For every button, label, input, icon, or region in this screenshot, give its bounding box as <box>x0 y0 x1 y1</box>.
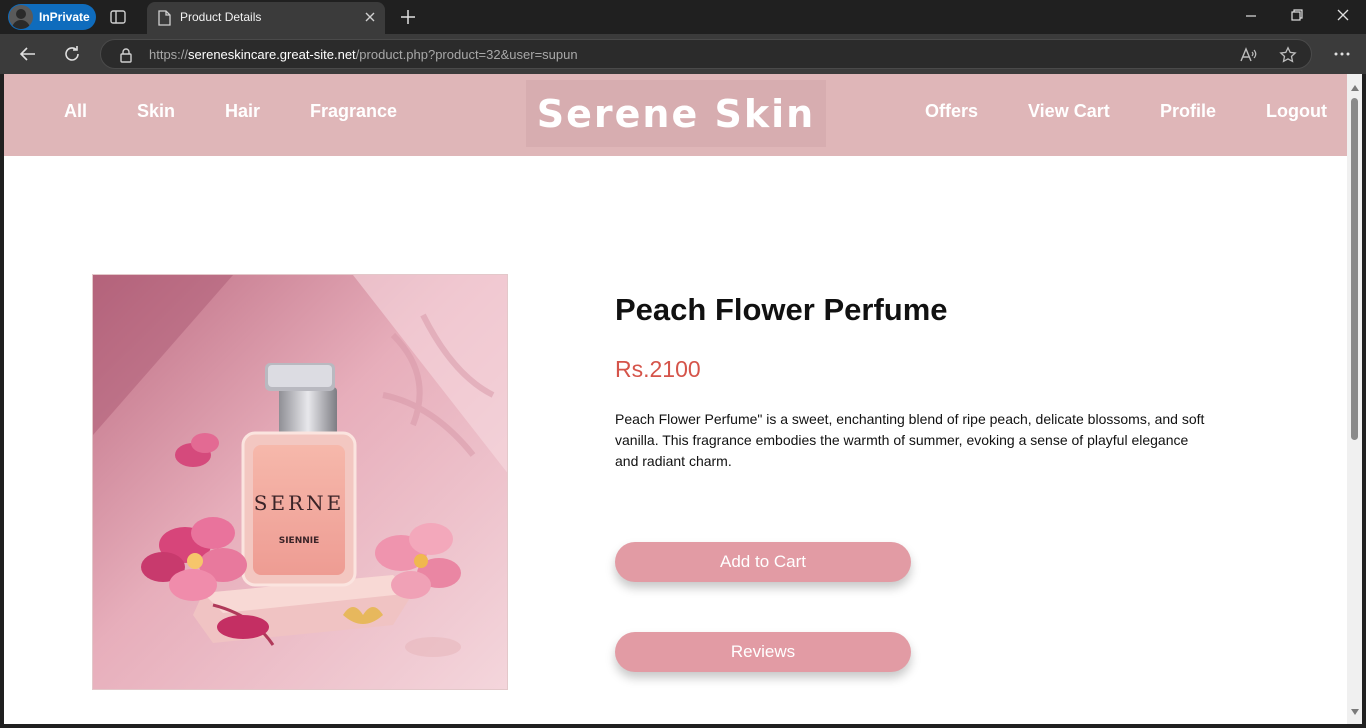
site-logo-text: Serene Skin <box>536 91 816 136</box>
product-image: SERNE SIENNIE <box>92 274 508 690</box>
url-field[interactable]: https://sereneskincare.great-site.net/pr… <box>100 39 1312 69</box>
address-bar-row: https://sereneskincare.great-site.net/pr… <box>0 34 1366 74</box>
url-text: https://sereneskincare.great-site.net/pr… <box>149 47 578 62</box>
tab-title: Product Details <box>180 10 262 24</box>
inprivate-badge[interactable]: InPrivate <box>8 4 96 30</box>
page-viewport: All Skin Hair Fragrance Serene Skin Offe… <box>4 74 1347 724</box>
nav-link-all[interactable]: All <box>64 101 87 122</box>
favorite-star-icon[interactable] <box>1279 46 1297 69</box>
nav-link-view-cart[interactable]: View Cart <box>1028 101 1110 122</box>
read-aloud-icon[interactable] <box>1239 46 1257 69</box>
url-prefix: https:// <box>149 47 189 62</box>
close-tab-icon[interactable] <box>363 10 377 29</box>
scroll-down-arrow-icon[interactable] <box>1351 702 1359 720</box>
product-title: Peach Flower Perfume <box>615 292 948 327</box>
site-logo[interactable]: Serene Skin <box>526 80 826 147</box>
product-price: Rs.2100 <box>615 356 701 382</box>
browser-tab-bar: InPrivate Product Details <box>0 0 1366 34</box>
nav-link-offers[interactable]: Offers <box>925 101 978 122</box>
page-icon <box>157 10 171 31</box>
add-to-cart-button[interactable]: Add to Cart <box>615 542 911 582</box>
nav-link-fragrance[interactable]: Fragrance <box>310 101 397 122</box>
refresh-icon[interactable] <box>62 44 82 69</box>
bottle-label-text: SERNE <box>254 491 344 515</box>
page-scrollbar[interactable] <box>1347 74 1362 724</box>
back-arrow-icon[interactable] <box>18 44 38 69</box>
scrollbar-thumb[interactable] <box>1351 98 1358 440</box>
nav-link-skin[interactable]: Skin <box>137 101 175 122</box>
url-path: /product.php?product=32&user=supun <box>355 47 578 62</box>
nav-link-hair[interactable]: Hair <box>225 101 260 122</box>
restore-icon[interactable] <box>1290 8 1304 27</box>
product-description: Peach Flower Perfume" is a sweet, enchan… <box>615 411 1205 469</box>
bottle-brand-text: SIENNIE <box>279 536 320 546</box>
active-tab[interactable]: Product Details <box>147 2 385 34</box>
new-tab-icon[interactable] <box>399 8 417 31</box>
profile-avatar <box>9 5 33 29</box>
lock-icon[interactable] <box>119 47 133 68</box>
site-navbar: All Skin Hair Fragrance Serene Skin Offe… <box>4 74 1347 156</box>
nav-link-profile[interactable]: Profile <box>1160 101 1216 122</box>
inprivate-label: InPrivate <box>39 10 90 24</box>
scroll-up-arrow-icon[interactable] <box>1351 78 1359 96</box>
minimize-icon[interactable] <box>1244 8 1258 27</box>
reviews-button[interactable]: Reviews <box>615 632 911 672</box>
more-menu-icon[interactable] <box>1333 46 1351 67</box>
nav-link-logout[interactable]: Logout <box>1266 101 1327 122</box>
tab-actions-icon[interactable] <box>109 8 127 26</box>
url-domain: sereneskincare.great-site.net <box>188 47 356 62</box>
close-window-icon[interactable] <box>1336 8 1350 27</box>
